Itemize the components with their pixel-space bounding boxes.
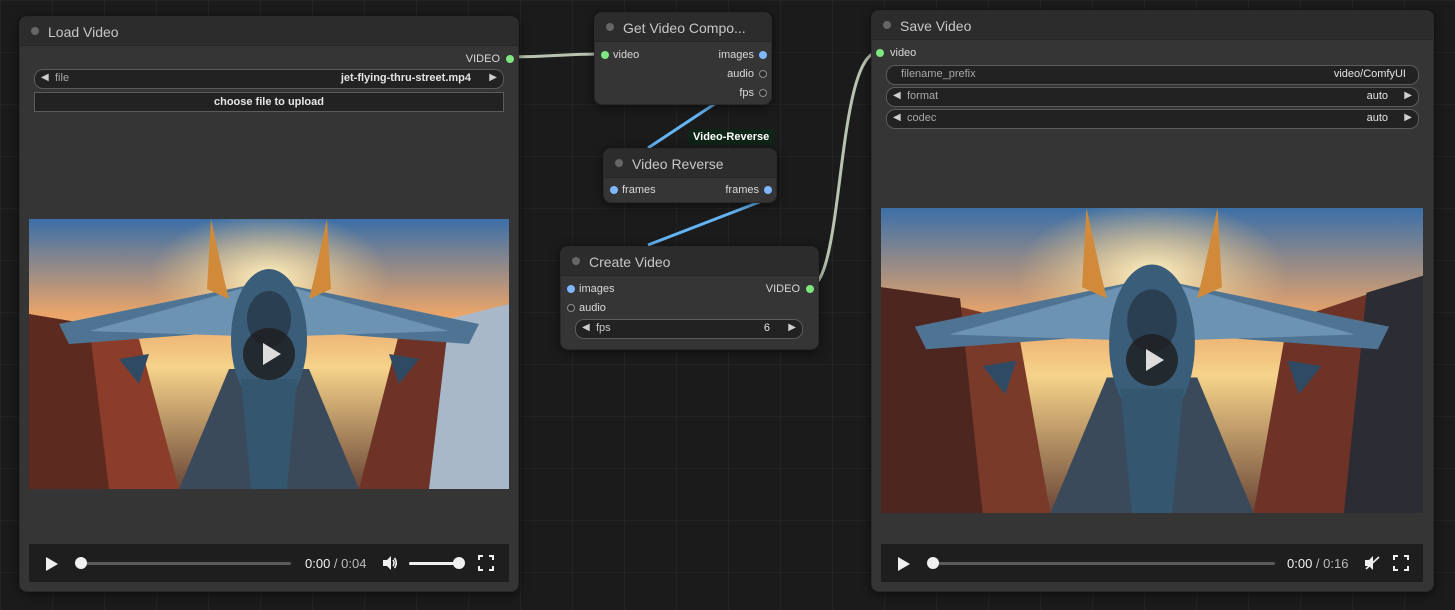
fullscreen-icon[interactable] bbox=[1393, 555, 1409, 571]
duration: 0:04 bbox=[341, 556, 367, 571]
input-video-slot[interactable] bbox=[876, 49, 884, 57]
arrow-right-icon[interactable]: ▶ bbox=[1404, 90, 1412, 101]
play-overlay-icon[interactable] bbox=[243, 328, 295, 380]
node-title: Create Video bbox=[589, 254, 671, 270]
input-video-label: video bbox=[890, 47, 917, 59]
filename-prefix-label: filename_prefix bbox=[901, 68, 976, 80]
video-preview[interactable] bbox=[881, 208, 1423, 513]
node-title: Load Video bbox=[48, 24, 119, 40]
time-separator: / bbox=[1312, 556, 1324, 571]
muted-volume-icon[interactable] bbox=[1364, 555, 1380, 571]
link-create-to-save bbox=[808, 50, 880, 289]
fps-label: fps bbox=[596, 322, 611, 334]
volume-icon[interactable] bbox=[382, 555, 398, 571]
output-fps-label: fps bbox=[739, 87, 754, 99]
output-frames-slot[interactable] bbox=[764, 186, 772, 194]
input-images-slot[interactable] bbox=[567, 285, 575, 293]
fps-number-widget[interactable]: ◀ fps 6 ▶ bbox=[575, 319, 803, 339]
output-images-slot[interactable] bbox=[759, 51, 767, 59]
node-title: Get Video Compo... bbox=[623, 20, 746, 36]
output-video-label: VIDEO bbox=[465, 53, 500, 65]
seek-bar[interactable] bbox=[933, 562, 1275, 565]
input-frames-label: frames bbox=[622, 184, 656, 196]
arrow-left-icon[interactable]: ◀ bbox=[893, 90, 901, 101]
format-combo-widget[interactable]: ◀ format auto ▶ bbox=[886, 87, 1419, 107]
input-images-label: images bbox=[579, 283, 615, 295]
collapse-dot-icon[interactable] bbox=[572, 257, 580, 265]
video-controls: 0:00 / 0:04 bbox=[29, 544, 509, 582]
output-frames-label: frames bbox=[725, 184, 759, 196]
codec-label: codec bbox=[907, 112, 937, 124]
arrow-left-icon[interactable]: ◀ bbox=[893, 112, 901, 123]
file-label: file bbox=[55, 72, 70, 84]
fps-value: 6 bbox=[763, 322, 770, 334]
output-images-label: images bbox=[718, 49, 754, 61]
file-value: jet-flying-thru-street.mp4 bbox=[340, 72, 471, 84]
volume-slider[interactable] bbox=[409, 562, 459, 565]
video-reverse-node[interactable]: Video Reverse frames frames bbox=[603, 148, 777, 203]
time-separator: / bbox=[330, 556, 342, 571]
increment-arrow-icon[interactable]: ▶ bbox=[788, 322, 796, 333]
output-video-slot[interactable] bbox=[806, 285, 814, 293]
decrement-arrow-icon[interactable]: ◀ bbox=[582, 322, 590, 333]
filename-prefix-value: video/ComfyUI bbox=[1333, 68, 1406, 80]
input-video-label: video bbox=[613, 49, 640, 61]
collapse-dot-icon[interactable] bbox=[31, 27, 39, 35]
get-video-components-node[interactable]: Get Video Compo... video images audio fp… bbox=[594, 12, 772, 105]
link-reverse-to-create bbox=[647, 199, 763, 247]
input-frames-slot[interactable] bbox=[610, 186, 618, 194]
create-video-title-bar[interactable]: Create Video bbox=[561, 247, 818, 276]
collapse-dot-icon[interactable] bbox=[615, 159, 623, 167]
file-combo-widget[interactable]: ◀ file jet-flying-thru-street.mp4 ▶ bbox=[34, 69, 504, 89]
link-load-to-components bbox=[508, 52, 604, 59]
output-audio-slot[interactable] bbox=[759, 70, 767, 78]
upload-button[interactable]: choose file to upload bbox=[34, 92, 504, 112]
input-audio-slot[interactable] bbox=[567, 304, 575, 312]
collapse-dot-icon[interactable] bbox=[606, 23, 614, 31]
output-audio-label: audio bbox=[727, 68, 754, 80]
video-controls: 0:00 / 0:16 bbox=[881, 544, 1423, 582]
seek-thumb[interactable] bbox=[75, 557, 87, 569]
output-video-label: VIDEO bbox=[765, 283, 800, 295]
current-time: 0:00 bbox=[305, 556, 331, 571]
input-video-slot[interactable] bbox=[601, 51, 609, 59]
play-icon[interactable] bbox=[898, 557, 910, 571]
duration: 0:16 bbox=[1323, 556, 1349, 571]
filename-prefix-widget[interactable]: filename_prefix video/ComfyUI bbox=[886, 65, 1419, 85]
seek-thumb[interactable] bbox=[927, 557, 939, 569]
fullscreen-icon[interactable] bbox=[478, 555, 494, 571]
format-value: auto bbox=[1366, 90, 1388, 102]
time-display: 0:00 / 0:04 bbox=[305, 556, 366, 571]
video-preview[interactable] bbox=[29, 219, 509, 489]
reverse-title-bar[interactable]: Video Reverse bbox=[604, 149, 776, 178]
arrow-right-icon[interactable]: ▶ bbox=[489, 72, 497, 83]
node-title: Video Reverse bbox=[632, 156, 724, 172]
arrow-right-icon[interactable]: ▶ bbox=[1404, 112, 1412, 123]
collapse-dot-icon[interactable] bbox=[883, 21, 891, 29]
components-title-bar[interactable]: Get Video Compo... bbox=[595, 13, 771, 42]
input-audio-label: audio bbox=[579, 302, 606, 314]
format-label: format bbox=[907, 90, 939, 102]
codec-value: auto bbox=[1366, 112, 1388, 124]
volume-fill bbox=[409, 562, 459, 565]
link-badge: Video-Reverse bbox=[688, 129, 775, 145]
current-time: 0:00 bbox=[1287, 556, 1313, 571]
create-video-node[interactable]: Create Video images VIDEO audio ◀ fps 6 … bbox=[560, 246, 819, 350]
load-video-node[interactable]: Load Video VIDEO ◀ file jet-flying-thru-… bbox=[19, 16, 519, 592]
load-video-title-bar[interactable]: Load Video bbox=[20, 17, 518, 46]
save-video-title-bar[interactable]: Save Video bbox=[872, 11, 1433, 40]
node-title: Save Video bbox=[900, 18, 972, 34]
output-video-slot[interactable] bbox=[506, 55, 514, 63]
seek-bar[interactable] bbox=[81, 562, 291, 565]
save-video-node[interactable]: Save Video video filename_prefix video/C… bbox=[871, 10, 1434, 592]
codec-combo-widget[interactable]: ◀ codec auto ▶ bbox=[886, 109, 1419, 129]
play-overlay-icon[interactable] bbox=[1126, 334, 1178, 386]
time-display: 0:00 / 0:16 bbox=[1287, 556, 1348, 571]
arrow-left-icon[interactable]: ◀ bbox=[41, 72, 49, 83]
volume-thumb[interactable] bbox=[453, 557, 465, 569]
output-fps-slot[interactable] bbox=[759, 89, 767, 97]
play-icon[interactable] bbox=[46, 557, 58, 571]
